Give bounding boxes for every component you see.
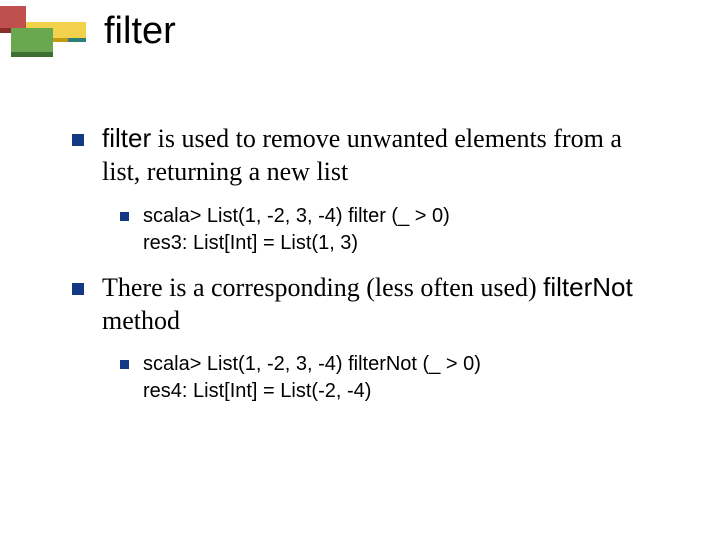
text-span: method	[102, 306, 180, 335]
bullet-text: filter is used to remove unwanted elemen…	[102, 122, 660, 189]
code-line: res4: List[Int] = List(-2, -4)	[143, 380, 371, 402]
text-span: is used to remove unwanted elements from…	[102, 124, 622, 186]
square-bullet-icon	[72, 283, 84, 295]
square-bullet-icon	[120, 212, 129, 221]
bullet-level2: scala> List(1, -2, 3, -4) filter (_ > 0)…	[120, 203, 660, 257]
slide-title: filter	[104, 10, 176, 53]
code-span: filterNot	[543, 272, 633, 302]
square-bullet-icon	[120, 360, 129, 369]
text-span: There is a corresponding (less often use…	[102, 273, 543, 302]
slide-body: filter is used to remove unwanted elemen…	[0, 80, 720, 405]
header-logo-icon	[0, 0, 88, 70]
bullet-level1: There is a corresponding (less often use…	[72, 271, 660, 338]
square-bullet-icon	[72, 134, 84, 146]
code-span: filter	[102, 123, 151, 153]
code-line: scala> List(1, -2, 3, -4) filterNot (_ >…	[143, 353, 481, 375]
code-block: scala> List(1, -2, 3, -4) filter (_ > 0)…	[143, 203, 450, 257]
bullet-level1: filter is used to remove unwanted elemen…	[72, 122, 660, 189]
code-line: res3: List[Int] = List(1, 3)	[143, 232, 358, 254]
bullet-text: There is a corresponding (less often use…	[102, 271, 660, 338]
bullet-level2: scala> List(1, -2, 3, -4) filterNot (_ >…	[120, 351, 660, 405]
slide: filter filter is used to remove unwanted…	[0, 0, 720, 540]
slide-header: filter	[0, 0, 720, 80]
code-line: scala> List(1, -2, 3, -4) filter (_ > 0)	[143, 205, 450, 227]
code-block: scala> List(1, -2, 3, -4) filterNot (_ >…	[143, 351, 481, 405]
